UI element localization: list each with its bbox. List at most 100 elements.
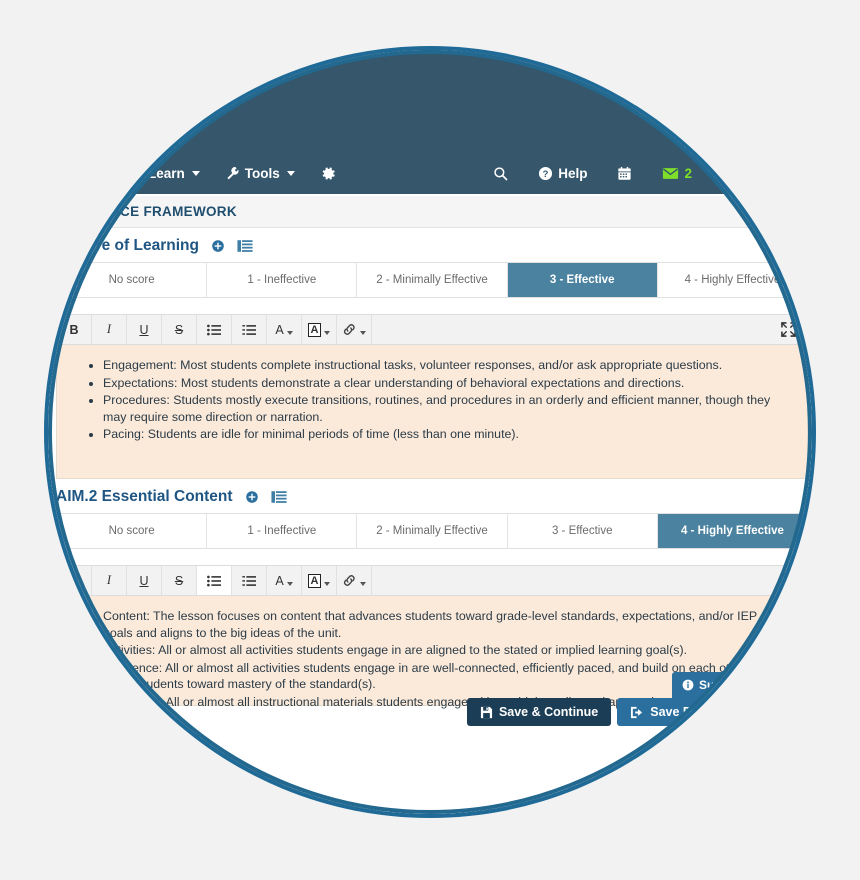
chevron-down-icon [324, 581, 331, 586]
editor-toolbar-section-1: B I U S A A [56, 314, 808, 345]
highlight-letter: A [307, 573, 322, 588]
score-button-1-ineffective[interactable]: 1 - Ineffective [207, 263, 358, 297]
text-color-letter: A [275, 573, 284, 588]
list-item: Content: The lesson focuses on content t… [103, 608, 789, 641]
score-button-2-minimally-effective[interactable]: 2 - Minimally Effective [357, 514, 508, 548]
save-continue-button[interactable]: Save & Continue [466, 698, 612, 726]
envelope-icon [662, 167, 679, 180]
save-draft-exit-button[interactable]: Save Draft & Exit [617, 698, 764, 726]
exit-arrow-icon [630, 706, 644, 719]
insert-link-button[interactable] [337, 315, 372, 344]
nav-item-tools[interactable]: Tools [226, 166, 295, 181]
framework-header-bar: ACE FRAMEWORK [48, 196, 812, 228]
italic-button[interactable]: I [92, 566, 127, 595]
bold-button[interactable]: B [57, 566, 92, 595]
nav-search-button[interactable] [493, 166, 508, 181]
strikethrough-button[interactable]: S [162, 566, 197, 595]
score-button-4-highly-effective[interactable]: 4 - Highly Effective [657, 514, 808, 548]
nav-help-label: Help [558, 165, 588, 181]
score-row-section-2: No score 1 - Ineffective 2 - Minimally E… [56, 513, 808, 549]
section-header-aim2-essential-content: AIM.2 Essential Content [48, 479, 812, 515]
search-icon [493, 166, 508, 181]
check-icon [770, 706, 784, 718]
circular-viewport: Learn Tools ? Help 2 ACE FRAMEWORK Cultu… [48, 50, 812, 814]
underline-button[interactable]: U [127, 315, 162, 344]
nav-item-learn-label: Learn [148, 165, 185, 181]
screenshot-stage: Learn Tools ? Help 2 ACE FRAMEWORK Cultu… [0, 0, 860, 880]
score-button-3-effective[interactable]: 3 - Effective [507, 514, 658, 548]
nav-item-learn[interactable]: Learn [128, 166, 200, 181]
list-item: Procedures: Students mostly execute tran… [103, 392, 789, 425]
app-window: Learn Tools ? Help 2 ACE FRAMEWORK Cultu… [48, 50, 812, 814]
italic-button[interactable]: I [92, 315, 127, 344]
nav-calendar-button[interactable] [617, 166, 632, 181]
help-circle-icon: ? [538, 166, 553, 181]
chevron-down-icon [191, 170, 200, 176]
plus-circle-icon[interactable] [245, 490, 259, 504]
gear-icon [321, 166, 336, 181]
nav-messages-count: 2 [684, 165, 692, 181]
highlight-color-button[interactable]: A [302, 566, 337, 595]
plus-circle-icon[interactable] [211, 239, 225, 253]
chevron-down-icon [324, 330, 331, 335]
highlight-color-button[interactable]: A [302, 315, 337, 344]
ordered-list-button[interactable] [232, 566, 267, 595]
navbar-left-group: Learn Tools [128, 166, 336, 181]
navbar-right-group: ? Help 2 [493, 166, 692, 181]
fullscreen-expand-icon[interactable] [769, 566, 807, 595]
top-navbar: Learn Tools ? Help 2 [48, 50, 812, 194]
list-item: Engagement: Most students complete instr… [103, 357, 789, 374]
bold-button[interactable]: B [57, 315, 92, 344]
unordered-list-button[interactable] [197, 566, 232, 595]
score-button-4-highly-effective[interactable]: 4 - Highly Effective [657, 263, 808, 297]
support-tab[interactable]: Support [672, 672, 757, 699]
chevron-down-icon [360, 581, 366, 586]
text-color-button[interactable]: A [267, 315, 302, 344]
strikethrough-button[interactable]: S [162, 315, 197, 344]
list-icon[interactable] [271, 490, 287, 504]
nav-item-tools-label: Tools [244, 165, 280, 181]
chevron-down-icon [286, 581, 293, 586]
form-action-bar: Save & Continue Save Draft & Exit [48, 698, 812, 726]
fullscreen-expand-icon[interactable] [769, 315, 807, 344]
wrench-icon [226, 166, 240, 180]
score-button-2-minimally-effective[interactable]: 2 - Minimally Effective [357, 263, 508, 297]
support-label: Support [699, 678, 745, 692]
confirm-button[interactable] [770, 699, 804, 725]
insert-link-button[interactable] [337, 566, 372, 595]
score-button-1-ineffective[interactable]: 1 - Ineffective [207, 514, 358, 548]
nav-item-settings[interactable] [321, 166, 336, 181]
list-item: Expectations: Most students demonstrate … [103, 375, 789, 392]
ordered-list-button[interactable] [232, 315, 267, 344]
save-draft-exit-label: Save Draft & Exit [650, 705, 751, 719]
unordered-list-button[interactable] [197, 315, 232, 344]
score-row-section-1: No score 1 - Ineffective 2 - Minimally E… [56, 262, 808, 298]
list-item: Activities: All or almost all activities… [103, 642, 789, 659]
text-color-letter: A [275, 322, 284, 337]
score-button-no-score[interactable]: No score [57, 263, 208, 297]
editor-toolbar-section-2: B I U S A A [56, 565, 808, 596]
chevron-down-icon [286, 170, 295, 176]
chevron-down-icon [286, 330, 293, 335]
section-title: AIM.2 Essential Content [56, 488, 233, 505]
calendar-icon [617, 166, 632, 181]
svg-text:?: ? [543, 168, 549, 178]
nav-help-button[interactable]: ? Help [538, 166, 587, 181]
list-icon[interactable] [237, 239, 253, 253]
list-item: Pacing: Students are idle for minimal pe… [103, 426, 789, 443]
framework-title: ACE FRAMEWORK [110, 204, 237, 219]
section-header-culture-of-learning: Culture of Learning [48, 228, 812, 264]
floppy-disk-icon [480, 706, 493, 719]
chevron-down-icon [360, 330, 366, 335]
highlight-letter: A [307, 322, 322, 337]
info-circle-icon [682, 679, 694, 691]
nav-messages-button[interactable]: 2 [662, 166, 692, 181]
text-color-button[interactable]: A [267, 566, 302, 595]
score-button-3-effective[interactable]: 3 - Effective [507, 263, 658, 297]
score-button-no-score[interactable]: No score [57, 514, 208, 548]
underline-button[interactable]: U [127, 566, 162, 595]
editor-body-section-1[interactable]: Engagement: Most students complete instr… [56, 345, 808, 479]
graduation-icon [128, 167, 143, 180]
